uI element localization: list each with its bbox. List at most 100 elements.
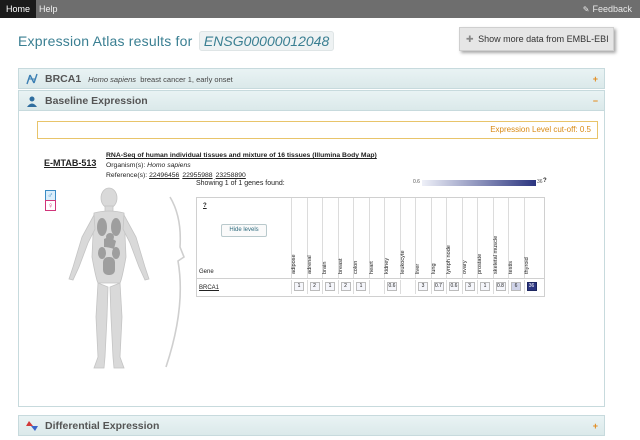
anatomogram-figure[interactable] — [60, 187, 190, 377]
expression-cell[interactable]: 2 — [306, 280, 323, 294]
page-title-gene-id: ENSG00000012048 — [198, 31, 335, 51]
tissue-label: colon — [353, 260, 359, 274]
feedback-link[interactable]: ✎ Feedback — [583, 0, 632, 18]
reference-link[interactable]: 22955988 — [182, 172, 212, 179]
tissue-label: liver — [415, 263, 421, 274]
top-nav-bar: Home Help ✎ Feedback — [0, 0, 640, 18]
expression-cell[interactable]: 36 — [523, 280, 540, 294]
reference-link[interactable]: 22496456 — [149, 172, 179, 179]
expression-value: 1 — [294, 282, 304, 291]
expression-cell[interactable] — [399, 280, 416, 294]
references-label: Reference(s): — [106, 172, 148, 179]
tissue-column-header[interactable]: ovary — [461, 198, 478, 278]
expression-cell[interactable]: 2 — [337, 280, 354, 294]
expression-value: 6 — [511, 282, 521, 291]
feedback-icon: ✎ — [582, 5, 590, 14]
tissue-label: adipose — [291, 254, 297, 274]
baseline-panel-collapse-icon[interactable]: − — [593, 91, 598, 111]
expression-value: 0.8 — [495, 282, 506, 291]
gene-panel-expand-icon[interactable]: + — [593, 69, 598, 89]
differential-panel-header[interactable]: Differential Expression + — [18, 415, 605, 436]
expression-cell[interactable]: 6 — [508, 280, 524, 294]
tissue-column-header[interactable]: kidney — [384, 198, 400, 278]
expression-cell[interactable]: 0.7 — [430, 280, 447, 294]
nav-help-link[interactable]: Help — [33, 0, 64, 18]
reference-link[interactable]: 23258890 — [216, 172, 246, 179]
tissue-label: kidney — [384, 257, 390, 274]
baseline-panel-header[interactable]: Baseline Expression − — [18, 90, 605, 111]
expression-gradient-legend — [422, 180, 536, 186]
nav-home-link[interactable]: Home — [0, 0, 37, 18]
expression-value: 1 — [356, 282, 366, 291]
expression-cutoff-box[interactable]: Expression Level cut-off: 0.5 — [37, 121, 598, 139]
tissue-column-header[interactable]: heart — [368, 198, 385, 278]
gene-panel-title: BRCA1 Homo sapiens breast cancer 1, earl… — [45, 69, 233, 90]
expression-heatmap-table: ? Hide levels Gene BRCA1 adipose 1 adrenal… — [196, 197, 545, 297]
tissue-label: prostate — [477, 253, 483, 274]
expression-cell[interactable]: 1 — [477, 280, 493, 294]
scale-min-label: 0.6 — [413, 179, 420, 185]
scale-max-label: 36 — [537, 179, 543, 185]
tissue-label: brain — [322, 261, 328, 274]
table-help-icon[interactable]: ? — [203, 203, 207, 209]
experiment-title-link[interactable]: RNA-Seq of human individual tissues and … — [106, 151, 377, 161]
tissue-column-header[interactable]: leukocyte — [399, 198, 416, 278]
expression-value: 3 — [464, 282, 475, 291]
gene-column-header: Gene — [199, 269, 214, 275]
expression-cell[interactable] — [368, 280, 385, 294]
tissue-column-header[interactable]: colon — [353, 198, 369, 278]
tissue-label: skeletal muscle — [492, 235, 499, 274]
tissue-column-header[interactable]: thyroid — [523, 198, 540, 278]
expression-cell[interactable]: 0.6 — [446, 280, 462, 294]
differential-expression-icon — [26, 421, 38, 431]
scale-help-icon[interactable]: ? — [543, 178, 547, 184]
anatomogram-bracket — [165, 196, 185, 368]
expression-cell[interactable]: 0.6 — [384, 280, 400, 294]
show-more-label: Show more data from EMBL-EBI — [478, 34, 609, 44]
differential-panel-expand-icon[interactable]: + — [593, 416, 598, 436]
gene-panel-header[interactable]: BRCA1 Homo sapiens breast cancer 1, earl… — [18, 68, 605, 89]
genes-found-count: Showing 1 of 1 genes found: — [196, 180, 285, 187]
tissue-column-header[interactable]: breast — [337, 198, 354, 278]
baseline-panel-title: Baseline Expression — [45, 95, 148, 107]
baseline-expression-icon — [27, 96, 37, 107]
expression-cell[interactable]: 3 — [415, 280, 431, 294]
tissue-column-header[interactable]: testis — [508, 198, 524, 278]
experiment-organism: Organism(s): Homo sapiens — [106, 161, 377, 171]
expression-cell[interactable]: 0.8 — [492, 280, 509, 294]
tissue-column-header[interactable]: adipose — [291, 198, 307, 278]
tissue-column-header[interactable]: lung — [430, 198, 447, 278]
hide-levels-button[interactable]: Hide levels — [221, 224, 267, 237]
organism-value: Homo sapiens — [147, 162, 191, 169]
page-title-prefix: Expression Atlas results for — [18, 33, 193, 49]
tissue-label: leukocyte — [399, 250, 406, 274]
tissue-column-header[interactable]: prostate — [477, 198, 493, 278]
expression-value: 0.7 — [433, 282, 444, 291]
show-more-ebi-button[interactable]: ✚ Show more data from EMBL-EBI — [459, 27, 614, 51]
tissue-label: thyroid — [523, 257, 530, 274]
tissue-column-header[interactable]: adrenal — [306, 198, 323, 278]
organism-label: Organism(s): — [106, 162, 146, 169]
gene-description: breast cancer 1, early onset — [140, 75, 233, 84]
gene-symbol: BRCA1 — [45, 73, 82, 85]
tissue-column-header[interactable]: brain — [322, 198, 338, 278]
expression-cell[interactable]: 3 — [461, 280, 478, 294]
tissue-column-header[interactable]: liver — [415, 198, 431, 278]
page-title: Expression Atlas results for ENSG0000001… — [18, 31, 335, 53]
expression-value: 0.6 — [449, 282, 459, 291]
tissue-column-header[interactable]: lymph node — [446, 198, 462, 278]
gene-row-link[interactable]: BRCA1 — [199, 285, 219, 291]
differential-panel-title: Differential Expression — [45, 420, 160, 432]
tissue-column-header[interactable]: skeletal muscle — [492, 198, 509, 278]
expression-cell[interactable]: 1 — [322, 280, 338, 294]
female-anatomogram-button[interactable]: ♀ — [45, 200, 56, 211]
gene-species: Homo sapiens — [88, 75, 137, 84]
expression-cell[interactable]: 1 — [353, 280, 369, 294]
expression-cell[interactable]: 1 — [291, 280, 307, 294]
header-divider — [197, 278, 544, 279]
expression-value: 36 — [526, 282, 537, 291]
plus-icon: ✚ — [466, 34, 474, 44]
experiment-accession-link[interactable]: E-MTAB-513 — [44, 158, 96, 168]
tissue-label: lymph node — [446, 245, 452, 274]
tissue-label: ovary — [461, 260, 468, 274]
